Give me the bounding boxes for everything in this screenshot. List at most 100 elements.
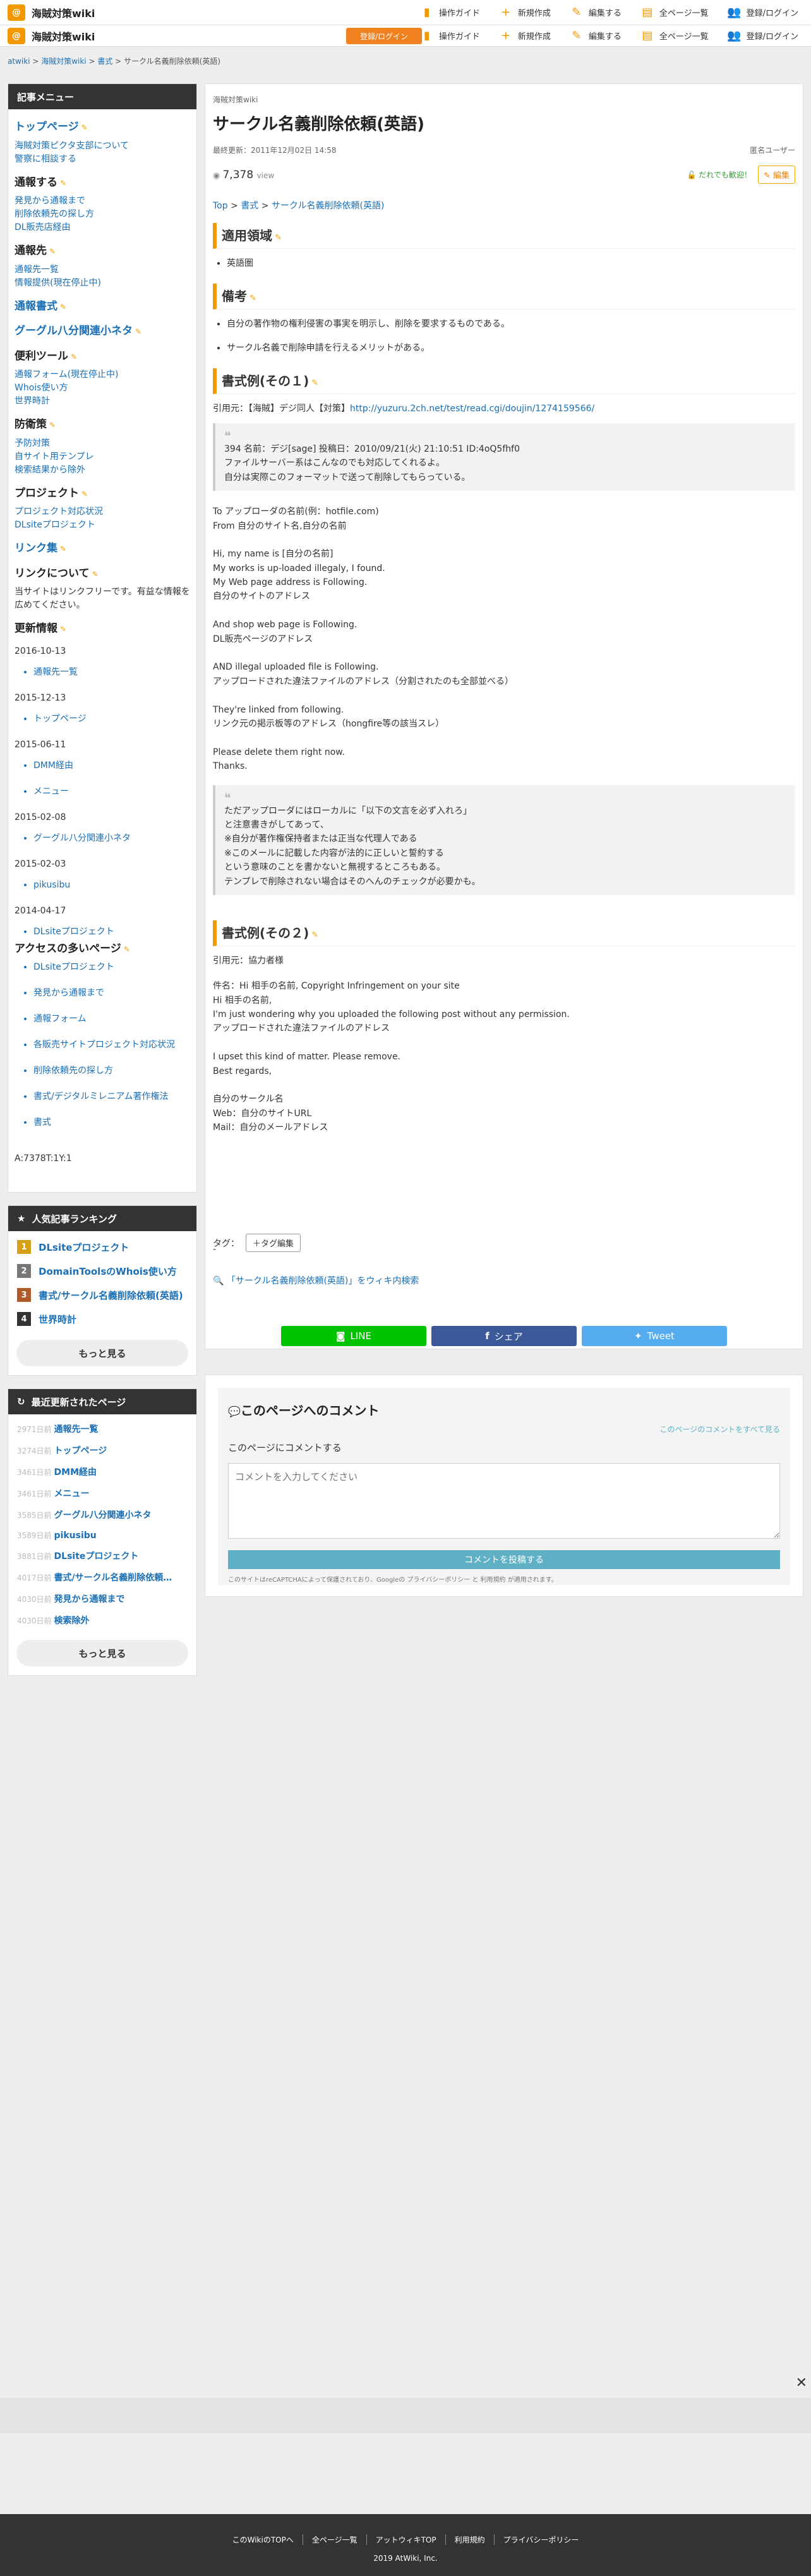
- ranking-link[interactable]: DLsiteプロジェクト: [39, 1241, 129, 1254]
- close-icon[interactable]: ✕: [796, 2375, 807, 2391]
- pencil-icon[interactable]: ✎: [135, 327, 141, 336]
- recent-link[interactable]: DLsiteプロジェクト: [54, 1550, 139, 1562]
- nav-login[interactable]: 👥 登録/ログイン: [727, 6, 798, 20]
- popular-link[interactable]: DLsiteプロジェクト: [33, 962, 114, 972]
- crumb-top[interactable]: Top: [213, 201, 228, 211]
- update-link[interactable]: トップページ: [33, 714, 87, 724]
- pencil-icon[interactable]: ✎: [49, 247, 56, 256]
- facebook-share-button[interactable]: f シェア: [431, 1326, 577, 1346]
- update-link[interactable]: pikusibu: [33, 880, 70, 890]
- pencil-icon[interactable]: ✎: [275, 233, 282, 243]
- pencil-icon[interactable]: ✎: [249, 294, 256, 303]
- menu-form[interactable]: 通報書式: [15, 300, 57, 313]
- menu-top[interactable]: トップページ: [15, 121, 79, 133]
- menu-link[interactable]: Whois使い方: [15, 382, 190, 395]
- pencil-icon[interactable]: ✎: [311, 378, 318, 388]
- menu-links[interactable]: リンク集: [15, 542, 57, 555]
- breadcrumb-wiki[interactable]: 海賊対策wiki: [41, 57, 86, 66]
- sticky-logo[interactable]: @ 海賊対策wiki: [8, 27, 95, 44]
- pencil-icon[interactable]: ✎: [311, 930, 318, 940]
- comment-submit-button[interactable]: コメントを投稿する: [228, 1550, 780, 1569]
- footer-link[interactable]: アットウィキTOP: [366, 2534, 445, 2545]
- ranking-item[interactable]: 2 DomainToolsのWhois使い方: [8, 1259, 196, 1283]
- recent-more-button[interactable]: もっと見る: [16, 1640, 188, 1666]
- nav-guide[interactable]: ▮ 操作ガイド: [420, 6, 480, 20]
- breadcrumb-format[interactable]: 書式: [97, 57, 112, 66]
- footer-link[interactable]: 全ページ一覧: [302, 2534, 366, 2545]
- nav-edit[interactable]: ✎ 編集する: [570, 29, 622, 43]
- twitter-share-button[interactable]: ✦ Tweet: [582, 1326, 727, 1346]
- popular-link[interactable]: 通報フォーム: [33, 1014, 87, 1024]
- recent-link[interactable]: 発見から通報まで: [54, 1592, 125, 1605]
- recent-link[interactable]: 検索除外: [54, 1614, 90, 1627]
- recent-link[interactable]: DMM経由: [54, 1466, 97, 1478]
- popular-link[interactable]: 書式/デジタルミレニアム著作権法: [33, 1092, 168, 1102]
- pencil-icon[interactable]: ✎: [71, 352, 77, 361]
- menu-link[interactable]: DL販売店経由: [15, 221, 190, 234]
- tag-edit-button[interactable]: ＋タグ編集: [246, 1234, 301, 1252]
- recent-item[interactable]: 3274日前 トップページ: [8, 1440, 196, 1461]
- footer-link[interactable]: プライバシーポリシー: [493, 2534, 588, 2545]
- update-link[interactable]: グーグル八分関連小ネタ: [33, 833, 131, 843]
- recent-item[interactable]: 4030日前 検索除外: [8, 1610, 196, 1631]
- menu-link[interactable]: 通報フォーム(現在停止中): [15, 368, 190, 382]
- recent-link[interactable]: pikusibu: [54, 1531, 97, 1541]
- comment-view-all[interactable]: このページのコメントをすべて見る: [228, 1424, 780, 1435]
- ranking-link[interactable]: 書式/サークル名義削除依頼(英語): [39, 1289, 183, 1302]
- breadcrumb-atwiki[interactable]: atwiki: [8, 57, 30, 66]
- update-link[interactable]: メニュー: [33, 786, 69, 797]
- pencil-icon[interactable]: ✎: [49, 421, 56, 430]
- recent-item[interactable]: 4030日前 発見から通報まで: [8, 1588, 196, 1610]
- line-share-button[interactable]: ◙ LINE: [281, 1326, 426, 1346]
- recent-item[interactable]: 3461日前 メニュー: [8, 1483, 196, 1504]
- recent-link[interactable]: トップページ: [54, 1444, 107, 1457]
- recent-item[interactable]: 4017日前 書式/サークル名義削除依頼(...: [8, 1567, 196, 1588]
- nav-new[interactable]: + 新規作成: [499, 29, 551, 43]
- popular-link[interactable]: 書式: [33, 1117, 51, 1128]
- crumb-current[interactable]: サークル名義削除依頼(英語): [272, 201, 385, 211]
- menu-google[interactable]: グーグル八分関連小ネタ: [15, 325, 133, 337]
- nav-all-pages[interactable]: ▤ 全ページ一覧: [640, 29, 708, 43]
- pencil-icon[interactable]: ✎: [60, 303, 66, 311]
- recent-item[interactable]: 3881日前 DLsiteプロジェクト: [8, 1545, 196, 1567]
- nav-login[interactable]: 👥 登録/ログイン: [727, 29, 798, 43]
- edit-button[interactable]: ✎ 編集: [757, 166, 795, 184]
- crumb-format[interactable]: 書式: [241, 201, 258, 211]
- menu-link[interactable]: DLsiteプロジェクト: [15, 519, 190, 532]
- wiki-search-link[interactable]: 🔍 「サークル名義削除依頼(英語)」をウィキ内検索: [213, 1274, 419, 1287]
- recent-item[interactable]: 3585日前 グーグル八分関連小ネタ: [8, 1504, 196, 1526]
- site-logo[interactable]: @ 海賊対策wiki: [8, 4, 95, 21]
- popular-link[interactable]: 削除依頼先の探し方: [33, 1066, 113, 1076]
- comment-input[interactable]: [228, 1463, 780, 1539]
- recent-item[interactable]: 2971日前 通報先一覧: [8, 1418, 196, 1440]
- popular-link[interactable]: 各販売サイトプロジェクト対応状況: [33, 1040, 175, 1050]
- pencil-icon[interactable]: ✎: [81, 123, 88, 132]
- recent-link[interactable]: 書式/サークル名義削除依頼(...: [54, 1571, 174, 1584]
- footer-link[interactable]: 利用規約: [445, 2534, 494, 2545]
- pencil-icon[interactable]: ✎: [60, 179, 66, 188]
- ranking-more-button[interactable]: もっと見る: [16, 1340, 188, 1366]
- nav-all-pages[interactable]: ▤ 全ページ一覧: [640, 6, 708, 20]
- ranking-item[interactable]: 3 書式/サークル名義削除依頼(英語): [8, 1283, 196, 1307]
- citation-link[interactable]: http://yuzuru.2ch.net/test/read.cgi/douj…: [350, 404, 594, 414]
- register-button[interactable]: 登録/ログイン: [346, 28, 422, 44]
- pencil-icon[interactable]: ✎: [60, 625, 66, 634]
- ranking-item[interactable]: 1 DLsiteプロジェクト: [8, 1235, 196, 1259]
- recent-item[interactable]: 3461日前 DMM経由: [8, 1461, 196, 1483]
- menu-link[interactable]: プロジェクト対応状況: [15, 505, 190, 519]
- nav-new[interactable]: + 新規作成: [499, 6, 551, 20]
- menu-link[interactable]: 削除依頼先の探し方: [15, 208, 190, 221]
- nav-edit[interactable]: ✎ 編集する: [570, 6, 622, 20]
- ranking-link[interactable]: DomainToolsのWhois使い方: [39, 1265, 177, 1278]
- update-link[interactable]: DMM経由: [33, 761, 73, 771]
- menu-link[interactable]: 検索結果から除外: [15, 464, 190, 477]
- pencil-icon[interactable]: ✎: [60, 545, 66, 553]
- menu-link[interactable]: 警察に相談する: [15, 153, 190, 166]
- menu-link[interactable]: 自サイト用テンプレ: [15, 450, 190, 464]
- menu-link[interactable]: 海賊対策ピクタ支部について: [15, 140, 190, 153]
- menu-link[interactable]: 情報提供(現在停止中): [15, 277, 190, 290]
- ranking-item[interactable]: 4 世界時計: [8, 1307, 196, 1331]
- menu-link[interactable]: 世界時計: [15, 395, 190, 408]
- menu-link[interactable]: 発見から通報まで: [15, 195, 190, 208]
- menu-link[interactable]: 予防対策: [15, 437, 190, 450]
